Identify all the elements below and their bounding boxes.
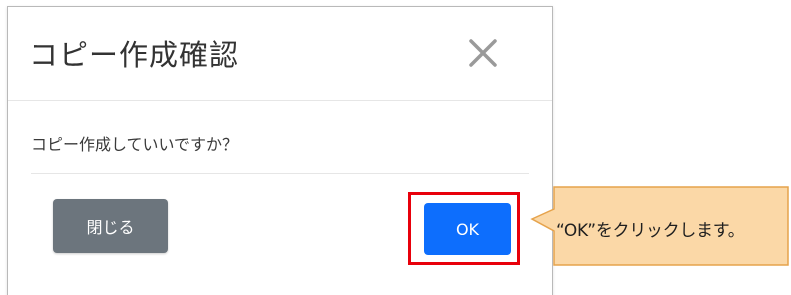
dialog-title: コピー作成確認 [29,38,240,72]
close-icon-graphic [469,39,497,67]
close-button[interactable]: 閉じる [53,199,168,253]
ok-button[interactable]: OK [424,203,511,255]
screenshot-stage: コピー作成確認 コピー作成していいですか？ 閉じる OK “OK”をクリックしま… [0,0,791,295]
close-icon[interactable] [463,33,503,73]
footer-divider [31,173,529,174]
dialog-header: コピー作成確認 [8,7,552,101]
callout-text: “OK”をクリックします。 [556,221,745,241]
dialog-message: コピー作成していいですか？ [31,135,239,154]
